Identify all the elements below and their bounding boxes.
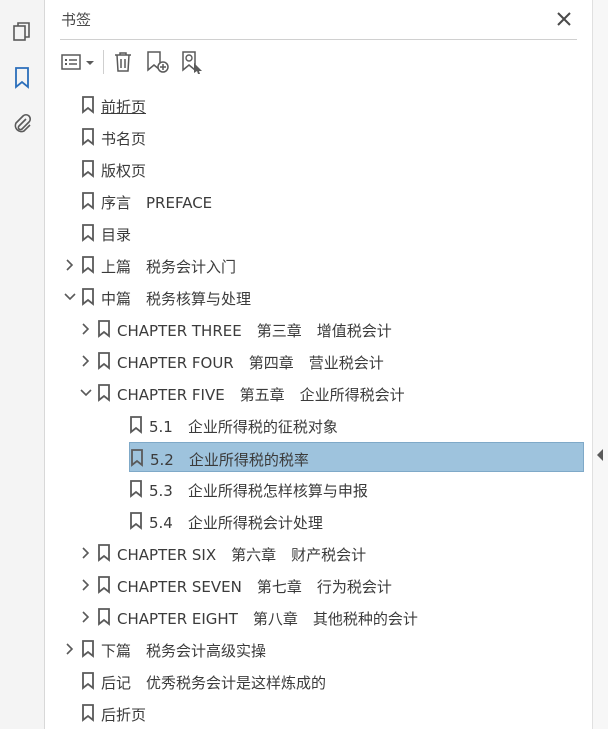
bookmark-label: 后折页 (101, 706, 147, 724)
chevron-down-icon[interactable] (63, 290, 77, 304)
bookmark-label: 前折页 (101, 98, 147, 116)
bookmark-label: 5.2 企业所得税的税率 (150, 451, 309, 469)
bookmarks-icon[interactable] (8, 64, 36, 92)
bookmark-icon (81, 704, 95, 722)
bookmark-item[interactable]: 目录 (45, 218, 592, 248)
delete-bookmark-button[interactable] (111, 48, 135, 76)
bookmark-icon (97, 352, 111, 370)
bookmark-icon (97, 320, 111, 338)
options-menu-button[interactable] (59, 48, 99, 76)
bookmark-item[interactable]: 5.4 企业所得税会计处理 (45, 506, 592, 536)
bookmarks-toolbar (45, 44, 592, 80)
bookmark-item[interactable]: 5.2 企业所得税的税率 (129, 442, 584, 472)
chevron-right-icon[interactable] (63, 642, 77, 656)
bookmark-icon (81, 640, 95, 658)
bookmark-label: 上篇 税务会计入门 (101, 258, 237, 276)
bookmark-item[interactable]: CHAPTER SIX 第六章 财产税会计 (45, 538, 592, 568)
bookmark-label: CHAPTER FIVE 第五章 企业所得税会计 (117, 386, 405, 404)
panel-title: 书签 (61, 11, 92, 29)
close-icon (557, 12, 571, 26)
bookmark-from-selection-button[interactable] (180, 48, 206, 76)
chevron-right-icon[interactable] (79, 354, 93, 368)
bookmark-item[interactable]: 后记 优秀税务会计是这样炼成的 (45, 666, 592, 696)
bookmark-label: 后记 优秀税务会计是这样炼成的 (101, 674, 327, 692)
bookmark-item[interactable]: 后折页 (45, 698, 592, 728)
header-divider (60, 39, 577, 40)
bookmark-label: CHAPTER THREE 第三章 增值税会计 (117, 322, 392, 340)
bookmark-item[interactable]: 书名页 (45, 122, 592, 152)
bookmark-item[interactable]: 上篇 税务会计入门 (45, 250, 592, 280)
bookmark-icon (129, 512, 143, 530)
bookmark-label: CHAPTER SEVEN 第七章 行为税会计 (117, 578, 392, 596)
bookmark-label: 中篇 税务核算与处理 (101, 290, 252, 308)
bookmark-label: CHAPTER SIX 第六章 财产税会计 (117, 546, 367, 564)
bookmark-label: 序言 PREFACE (101, 194, 213, 212)
new-bookmark-button[interactable] (145, 48, 171, 76)
trash-icon (115, 52, 131, 72)
bookmark-label: 版权页 (101, 162, 147, 180)
bookmark-icon (81, 288, 95, 306)
bookmark-item[interactable]: CHAPTER FOUR 第四章 营业税会计 (45, 346, 592, 376)
bookmark-item[interactable]: 5.3 企业所得税怎样核算与申报 (45, 474, 592, 504)
bookmark-icon (97, 544, 111, 562)
bookmark-label: 5.3 企业所得税怎样核算与申报 (149, 482, 368, 500)
bookmark-item[interactable]: CHAPTER FIVE 第五章 企业所得税会计 (45, 378, 592, 408)
close-panel-button[interactable] (553, 8, 575, 30)
bookmark-icon (97, 576, 111, 594)
bookmark-item[interactable]: 版权页 (45, 154, 592, 184)
bookmark-item[interactable]: 序言 PREFACE (45, 186, 592, 216)
bookmark-icon (97, 384, 111, 402)
bookmark-item[interactable]: CHAPTER EIGHT 第八章 其他税种的会计 (45, 602, 592, 632)
bookmark-item[interactable]: 5.1 企业所得税的征税对象 (45, 410, 592, 440)
chevron-down-icon[interactable] (79, 386, 93, 400)
bookmark-item[interactable]: CHAPTER THREE 第三章 增值税会计 (45, 314, 592, 344)
bookmark-label: CHAPTER FOUR 第四章 营业税会计 (117, 354, 384, 372)
bookmark-icon (81, 128, 95, 146)
bookmark-icon (81, 256, 95, 274)
bookmark-label: 书名页 (101, 130, 147, 148)
bookmark-item[interactable]: 中篇 税务核算与处理 (45, 282, 592, 312)
bookmark-icon (81, 96, 95, 114)
bookmark-label: 下篇 税务会计高级实操 (101, 642, 267, 660)
bookmark-icon (129, 480, 143, 498)
bookmark-icon (81, 672, 95, 690)
bookmark-search-icon (182, 51, 202, 74)
chevron-right-icon[interactable] (79, 610, 93, 624)
page-thumbnails-icon[interactable] (8, 18, 36, 46)
collapse-panel-arrow-icon[interactable] (596, 448, 604, 462)
bookmark-icon (97, 608, 111, 626)
bookmark-label: 5.1 企业所得税的征税对象 (149, 418, 338, 436)
toolbar-divider (103, 50, 104, 74)
bookmark-label: CHAPTER EIGHT 第八章 其他税种的会计 (117, 610, 418, 628)
bookmark-icon (81, 224, 95, 242)
chevron-right-icon[interactable] (63, 258, 77, 272)
bookmark-icon (130, 449, 144, 467)
chevron-right-icon[interactable] (79, 322, 93, 336)
bookmark-label: 目录 (101, 226, 132, 244)
left-navigation-rail (0, 0, 45, 729)
bookmark-icon (129, 416, 143, 434)
bookmark-item[interactable]: 下篇 税务会计高级实操 (45, 634, 592, 664)
bookmark-item[interactable]: 前折页 (45, 90, 592, 120)
list-options-icon (61, 54, 94, 70)
panel-splitter[interactable] (592, 0, 608, 729)
bookmark-item[interactable]: CHAPTER SEVEN 第七章 行为税会计 (45, 570, 592, 600)
bookmarks-panel-header: 书签 (45, 0, 592, 40)
bookmark-icon (81, 192, 95, 210)
bookmark-icon (81, 160, 95, 178)
new-bookmark-icon (147, 51, 169, 73)
chevron-right-icon[interactable] (79, 578, 93, 592)
bookmark-label: 5.4 企业所得税会计处理 (149, 514, 323, 532)
attachments-paperclip-icon[interactable] (8, 110, 36, 138)
chevron-right-icon[interactable] (79, 546, 93, 560)
